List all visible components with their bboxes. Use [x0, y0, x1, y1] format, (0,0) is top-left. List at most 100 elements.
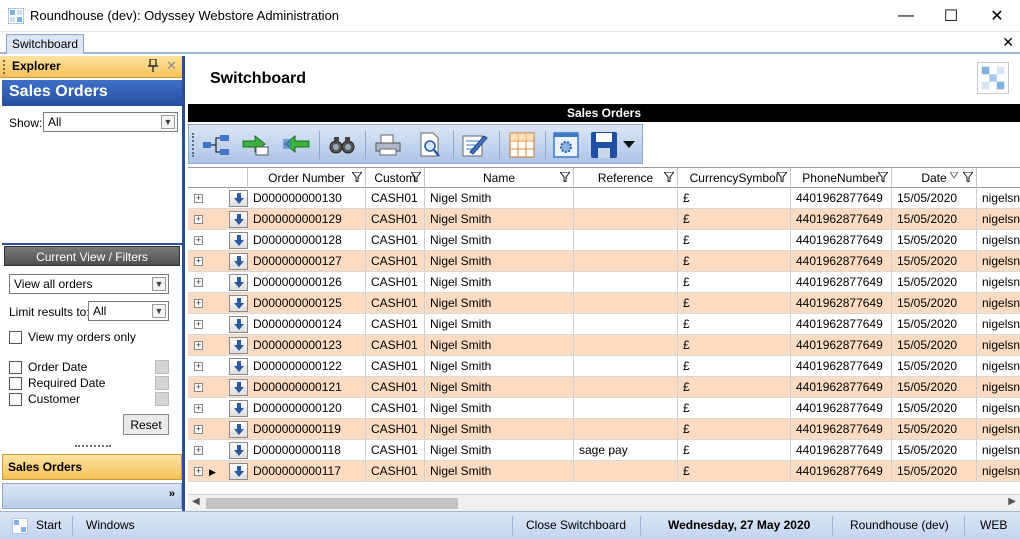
cell-customer[interactable]: CASH01 — [366, 377, 425, 398]
cell-date[interactable]: 15/05/2020 — [892, 440, 977, 461]
cell-email[interactable]: nigelsn — [977, 461, 1020, 482]
table-row[interactable]: + D000000000127 CASH01 Nigel Smith £44019628… — [188, 251, 1020, 272]
open-order-button[interactable] — [229, 337, 248, 354]
table-row[interactable]: + D000000000128 CASH01 Nigel Smith £44019628… — [188, 230, 1020, 251]
order-date-checkbox[interactable] — [9, 360, 22, 374]
open-order-button[interactable] — [229, 232, 248, 249]
view-my-orders-row[interactable]: View my orders only — [9, 329, 136, 345]
print-button[interactable] — [373, 130, 403, 160]
open-order-button[interactable] — [229, 358, 248, 375]
grid-layout-button[interactable] — [507, 130, 537, 160]
cell-phone-number[interactable]: 4401962877649 — [791, 188, 892, 209]
cell-name[interactable]: Nigel Smith — [425, 356, 574, 377]
expand-row-icon[interactable]: + — [194, 341, 203, 350]
cell-date[interactable]: 15/05/2020 — [892, 356, 977, 377]
chevron-down-icon[interactable]: ▼ — [152, 304, 166, 318]
open-order-button[interactable] — [229, 400, 248, 417]
find-button[interactable] — [327, 130, 357, 160]
table-row[interactable]: + D000000000124 CASH01 Nigel Smith £44019628… — [188, 314, 1020, 335]
cell-currency-symbol[interactable]: £ — [678, 230, 791, 251]
cell-customer[interactable]: CASH01 — [366, 293, 425, 314]
cell-reference[interactable] — [574, 356, 678, 377]
required-date-picker-button[interactable] — [155, 376, 169, 390]
open-order-button[interactable] — [229, 421, 248, 438]
cell-date[interactable]: 15/05/2020 — [892, 188, 977, 209]
cell-customer[interactable]: CASH01 — [366, 356, 425, 377]
cell-email[interactable]: nigelsn — [977, 293, 1020, 314]
cell-currency-symbol[interactable]: £ — [678, 398, 791, 419]
chevron-down-icon[interactable]: ▼ — [161, 115, 175, 129]
cell-name[interactable]: Nigel Smith — [425, 440, 574, 461]
cell-phone-number[interactable]: 4401962877649 — [791, 272, 892, 293]
cell-reference[interactable] — [574, 461, 678, 482]
cell-phone-number[interactable]: 4401962877649 — [791, 356, 892, 377]
save-options-dropdown[interactable] — [619, 130, 639, 160]
toolbar-grip-icon[interactable] — [192, 133, 195, 157]
open-order-button[interactable] — [229, 274, 248, 291]
cell-order-number[interactable]: D000000000121 — [248, 377, 366, 398]
cell-email[interactable]: nigelsn — [977, 335, 1020, 356]
cell-currency-symbol[interactable]: £ — [678, 377, 791, 398]
open-order-button[interactable] — [229, 442, 248, 459]
column-header-name[interactable]: Name — [425, 168, 574, 188]
column-header-customer[interactable]: Custom — [366, 168, 425, 188]
filter-icon[interactable] — [777, 172, 787, 182]
table-row[interactable]: + D000000000122 CASH01 Nigel Smith £44019628… — [188, 356, 1020, 377]
expand-row-icon[interactable]: + — [194, 278, 203, 287]
cell-order-number[interactable]: D000000000125 — [248, 293, 366, 314]
cell-name[interactable]: Nigel Smith — [425, 377, 574, 398]
cell-email[interactable]: nigelsn — [977, 209, 1020, 230]
maximize-button[interactable]: ☐ — [928, 0, 974, 32]
column-header-phone-number[interactable]: PhoneNumber — [791, 168, 892, 188]
windows-menu[interactable]: Windows — [86, 518, 135, 532]
cell-order-number[interactable]: D000000000126 — [248, 272, 366, 293]
horizontal-scrollbar[interactable]: ◀ ▶ — [188, 494, 1020, 511]
open-order-button[interactable] — [229, 379, 248, 396]
order-date-picker-button[interactable] — [155, 360, 169, 374]
cell-name[interactable]: Nigel Smith — [425, 272, 574, 293]
scroll-left-icon[interactable]: ◀ — [192, 496, 200, 507]
cell-order-number[interactable]: D000000000122 — [248, 356, 366, 377]
expand-row-icon[interactable]: + — [194, 257, 203, 266]
cell-reference[interactable] — [574, 314, 678, 335]
cell-date[interactable]: 15/05/2020 — [892, 314, 977, 335]
cell-reference[interactable] — [574, 335, 678, 356]
cell-reference[interactable] — [574, 188, 678, 209]
cell-phone-number[interactable]: 4401962877649 — [791, 230, 892, 251]
pin-icon[interactable] — [148, 59, 158, 73]
tab-switchboard[interactable]: Switchboard — [6, 34, 85, 54]
cell-customer[interactable]: CASH01 — [366, 335, 425, 356]
save-button[interactable] — [589, 130, 619, 160]
table-row[interactable]: + D000000000118 CASH01 Nigel Smith sage pay £… — [188, 440, 1020, 461]
expand-row-icon[interactable]: + — [194, 320, 203, 329]
table-row[interactable]: + D000000000130 CASH01 Nigel Smith £44019628… — [188, 188, 1020, 209]
table-row[interactable]: + D000000000120 CASH01 Nigel Smith £44019628… — [188, 398, 1020, 419]
splitter-handle[interactable] — [75, 445, 111, 448]
limit-select[interactable]: All ▼ — [88, 301, 169, 321]
table-row[interactable]: + D000000000126 CASH01 Nigel Smith £44019628… — [188, 272, 1020, 293]
cell-customer[interactable]: CASH01 — [366, 188, 425, 209]
view-my-orders-checkbox[interactable] — [9, 330, 22, 344]
cell-order-number[interactable]: D000000000130 — [248, 188, 366, 209]
cell-customer[interactable]: CASH01 — [366, 419, 425, 440]
cell-order-number[interactable]: D000000000118 — [248, 440, 366, 461]
scroll-right-icon[interactable]: ▶ — [1008, 496, 1016, 507]
cell-name[interactable]: Nigel Smith — [425, 461, 574, 482]
cell-order-number[interactable]: D000000000117 — [248, 461, 366, 482]
open-order-button[interactable] — [229, 190, 248, 207]
table-row[interactable]: + ▶ D000000000117 CASH01 Nigel Smith £4401962… — [188, 461, 1020, 482]
filter-order-date-row[interactable]: Order Date — [9, 359, 87, 375]
cell-date[interactable]: 15/05/2020 — [892, 335, 977, 356]
cell-reference[interactable] — [574, 230, 678, 251]
expand-row-icon[interactable]: + — [194, 425, 203, 434]
cell-name[interactable]: Nigel Smith — [425, 230, 574, 251]
cell-phone-number[interactable]: 4401962877649 — [791, 209, 892, 230]
chevron-down-icon[interactable]: ▼ — [152, 277, 166, 291]
cell-order-number[interactable]: D000000000123 — [248, 335, 366, 356]
scroll-thumb[interactable] — [206, 498, 458, 509]
export-button[interactable] — [241, 130, 271, 160]
table-row[interactable]: + D000000000121 CASH01 Nigel Smith £44019628… — [188, 377, 1020, 398]
cell-phone-number[interactable]: 4401962877649 — [791, 251, 892, 272]
grip-icon[interactable] — [3, 60, 6, 74]
cell-phone-number[interactable]: 4401962877649 — [791, 335, 892, 356]
